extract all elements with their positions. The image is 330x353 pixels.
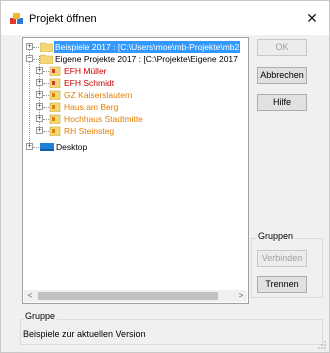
expand-icon[interactable]: + [26,43,33,50]
expand-icon[interactable]: + [36,103,43,110]
horizontal-scrollbar[interactable]: < > [24,290,247,302]
folder-icon [39,54,54,65]
tree-line [33,47,39,48]
expand-icon[interactable]: + [36,115,43,122]
tree-item-project[interactable]: + GZ Kaiserslautern [23,89,248,101]
open-project-dialog: Projekt öffnen ✕ + Beispiele 2017 : [C:\… [0,0,330,353]
expand-icon[interactable]: + [36,91,43,98]
tree-item-beispiele[interactable]: + Beispiele 2017 : [C:\Users\moe\mb-Proj… [23,41,248,53]
project-icon [49,66,62,77]
project-icon [49,78,62,89]
tree-item-label[interactable]: Eigene Projekte 2017 : [C:\Projekte\Eige… [54,53,239,65]
connect-button[interactable]: Verbinden [257,250,307,267]
expand-icon[interactable]: + [26,143,33,150]
folder-icon [39,42,54,53]
close-icon[interactable]: ✕ [302,10,322,26]
tree-item-project[interactable]: + EFH Müller [23,65,248,77]
groups-legend: Gruppen [256,231,296,241]
tree-item-label[interactable]: Desktop [55,141,88,153]
tree-item-label[interactable]: EFH Müller [63,65,108,77]
expand-icon[interactable]: + [36,127,43,134]
resize-grip-icon[interactable] [318,341,326,349]
ok-button[interactable]: OK [257,39,307,56]
tree-item-label[interactable]: GZ Kaiserslautern [63,89,134,101]
project-icon [49,90,62,101]
tree-item-eigene-projekte[interactable]: − Eigene Projekte 2017 : [C:\Projekte\Ei… [23,53,248,65]
collapse-icon[interactable]: − [26,55,33,62]
title-bar: Projekt öffnen ✕ [1,1,329,35]
scroll-left-icon[interactable]: < [24,290,36,302]
tree-line [33,147,39,148]
window-title: Projekt öffnen [29,13,97,25]
project-tree[interactable]: + Beispiele 2017 : [C:\Users\moe\mb-Proj… [22,37,249,304]
tree-item-label[interactable]: RH Steinsteg [63,125,115,137]
project-icon [49,126,62,137]
scroll-right-icon[interactable]: > [235,290,247,302]
tree-item-project[interactable]: + Hochhaus Stadtmitte [23,113,248,125]
group-description: Beispiele zur aktuellen Version [23,329,146,339]
tree-item-label[interactable]: Beispiele 2017 : [C:\Users\moe\mb-Projek… [54,41,241,53]
group-legend: Gruppe [23,311,58,321]
expand-icon[interactable]: + [36,67,43,74]
tree-item-label[interactable]: Haus am Berg [63,101,119,113]
tree-item-project[interactable]: + Haus am Berg [23,101,248,113]
tree-item-project[interactable]: + EFH Schmidt [23,77,248,89]
tree-line [33,59,39,60]
scrollbar-thumb[interactable] [38,292,218,300]
project-icon [49,102,62,113]
desktop-icon [40,142,54,152]
cancel-button[interactable]: Abbrechen [257,67,307,84]
tree-item-label[interactable]: EFH Schmidt [63,77,115,89]
separate-button[interactable]: Trennen [257,276,307,293]
tree-item-project[interactable]: + RH Steinsteg [23,125,248,137]
tree-item-label[interactable]: Hochhaus Stadtmitte [63,113,144,125]
app-icon [10,13,24,25]
help-button[interactable]: Hilfe [257,94,307,111]
tree-item-desktop[interactable]: + Desktop [23,141,248,153]
project-icon [49,114,62,125]
expand-icon[interactable]: + [36,79,43,86]
